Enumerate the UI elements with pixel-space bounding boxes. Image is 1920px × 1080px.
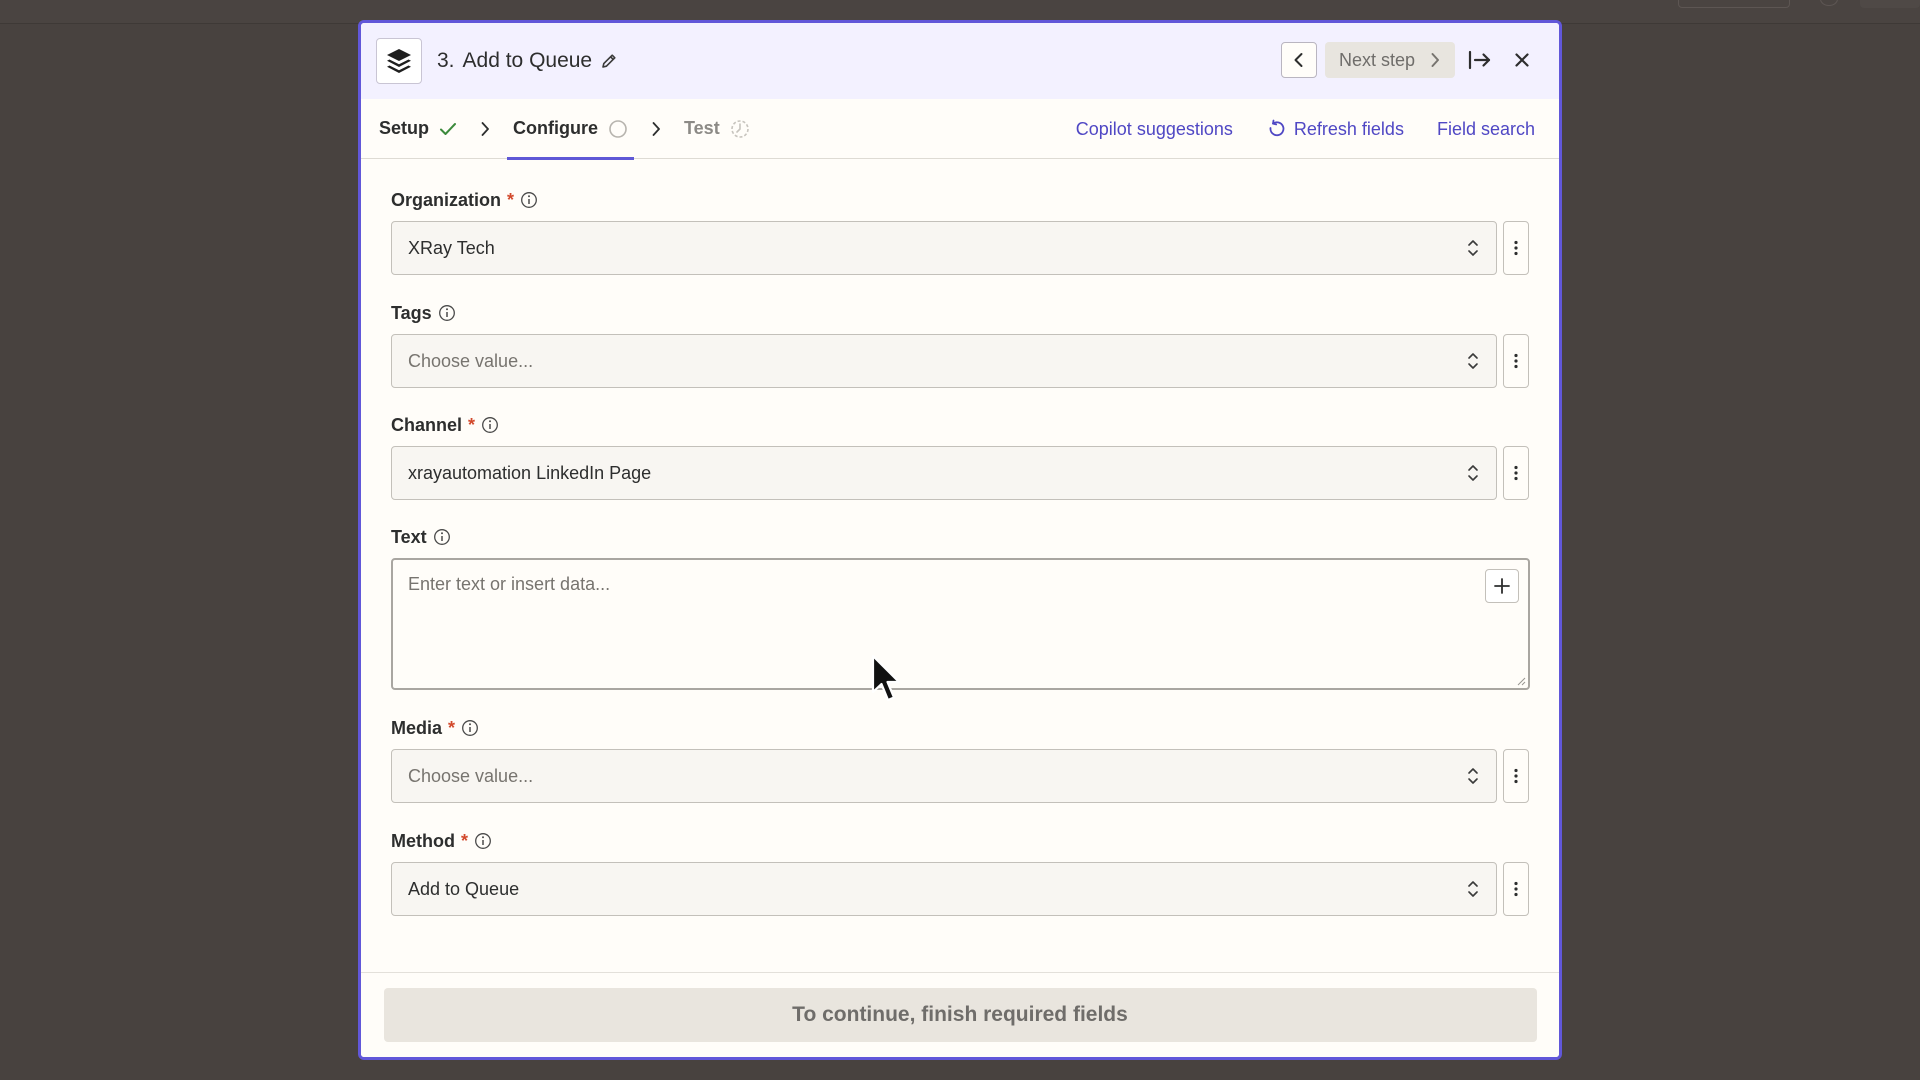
chevron-up-down-icon: [1468, 353, 1478, 369]
tab-test[interactable]: Test: [678, 99, 756, 159]
test-clock-icon: [730, 119, 749, 138]
organization-label-text: Organization: [391, 189, 502, 210]
refresh-fields-label: Refresh fields: [1293, 118, 1404, 139]
tags-placeholder: Choose value...: [408, 350, 534, 371]
channel-label-text: Channel: [391, 414, 463, 435]
text-input[interactable]: Enter text or insert data...: [391, 558, 1530, 690]
step-title: 3. Add to Queue: [437, 49, 618, 73]
buffer-stack-icon: [376, 38, 422, 84]
tags-field: Tags Choose value...: [391, 301, 1533, 388]
tags-label-text: Tags: [391, 302, 432, 323]
organization-select[interactable]: XRay Tech: [391, 221, 1497, 275]
tags-label: Tags: [391, 301, 1533, 325]
method-field: Method * Add to Queue: [391, 829, 1533, 916]
kebab-menu-icon: [1514, 240, 1518, 256]
background-avatar: [1820, 0, 1838, 6]
text-label-text: Text: [391, 526, 427, 547]
modal-header: 3. Add to Queue Next step: [361, 23, 1559, 99]
method-select[interactable]: Add to Queue: [391, 862, 1497, 916]
organization-label: Organization *: [391, 188, 1533, 212]
text-placeholder: Enter text or insert data...: [408, 574, 611, 594]
step-editor-modal: 3. Add to Queue Next step Setup Configur…: [358, 20, 1562, 1060]
required-marker: *: [460, 830, 468, 851]
tab-setup-label: Setup: [379, 118, 430, 138]
edit-pencil-icon[interactable]: [600, 52, 618, 70]
organization-more-options-button[interactable]: [1503, 221, 1529, 275]
info-icon[interactable]: [474, 832, 492, 850]
insert-data-button[interactable]: [1485, 569, 1519, 603]
organization-field: Organization * XRay Tech: [391, 188, 1533, 275]
info-icon[interactable]: [461, 719, 479, 737]
text-label: Text: [391, 525, 1533, 549]
background-button: [1678, 0, 1790, 8]
step-navigation: Next step: [1280, 42, 1539, 78]
info-icon[interactable]: [438, 304, 456, 322]
previous-step-button[interactable]: [1280, 42, 1317, 78]
plus-icon: [1494, 578, 1510, 594]
continue-button[interactable]: To continue, finish required fields: [383, 988, 1537, 1042]
close-button[interactable]: [1505, 42, 1539, 78]
media-more-options-button[interactable]: [1503, 749, 1529, 803]
refresh-fields-button[interactable]: Refresh fields: [1266, 119, 1404, 140]
tab-test-label: Test: [684, 118, 720, 138]
media-label: Media *: [391, 716, 1533, 740]
tab-configure[interactable]: Configure: [507, 99, 635, 160]
chevron-right-icon: [463, 121, 507, 137]
chevron-right-icon: [1431, 53, 1439, 67]
step-title-text: Add to Queue: [462, 49, 593, 72]
next-step-label: Next step: [1338, 49, 1415, 70]
tab-actions: Copilot suggestions Refresh fields Field…: [1076, 99, 1535, 159]
modal-footer: To continue, finish required fields: [361, 972, 1559, 1057]
resize-handle-icon[interactable]: [1516, 676, 1526, 686]
step-number: 3.: [437, 49, 455, 72]
info-icon[interactable]: [481, 416, 499, 434]
method-more-options-button[interactable]: [1503, 862, 1529, 916]
next-step-button[interactable]: Next step: [1324, 42, 1455, 78]
tab-setup[interactable]: Setup: [373, 99, 463, 159]
tags-more-options-button[interactable]: [1503, 334, 1529, 388]
channel-select[interactable]: xrayautomation LinkedIn Page: [391, 446, 1497, 500]
channel-more-options-button[interactable]: [1503, 446, 1529, 500]
media-placeholder: Choose value...: [408, 765, 534, 786]
media-select[interactable]: Choose value...: [391, 749, 1497, 803]
chevron-right-icon: [634, 121, 678, 137]
arrow-to-right-bar-icon: [1468, 50, 1491, 70]
channel-field: Channel * xrayautomation LinkedIn Page: [391, 413, 1533, 500]
chevron-up-down-icon: [1468, 768, 1478, 784]
media-label-text: Media: [391, 717, 443, 738]
close-icon: [1515, 53, 1529, 67]
organization-value: XRay Tech: [408, 237, 495, 258]
required-marker: *: [448, 717, 456, 738]
expand-panel-button[interactable]: [1463, 42, 1497, 78]
method-label: Method *: [391, 829, 1533, 853]
copilot-suggestions-link[interactable]: Copilot suggestions: [1076, 119, 1233, 140]
field-search-link[interactable]: Field search: [1437, 119, 1535, 140]
method-label-text: Method: [391, 830, 455, 851]
chevron-up-down-icon: [1468, 465, 1478, 481]
required-marker: *: [468, 414, 476, 435]
kebab-menu-icon: [1514, 768, 1518, 784]
channel-value: xrayautomation LinkedIn Page: [408, 462, 652, 483]
check-icon: [440, 122, 457, 135]
kebab-menu-icon: [1514, 353, 1518, 369]
chevron-left-icon: [1294, 53, 1303, 67]
tags-select[interactable]: Choose value...: [391, 334, 1497, 388]
pending-circle-icon: [609, 119, 627, 138]
info-icon[interactable]: [520, 191, 538, 209]
method-value: Add to Queue: [408, 878, 520, 899]
tab-configure-label: Configure: [513, 118, 599, 138]
chevron-up-down-icon: [1468, 240, 1478, 256]
required-marker: *: [507, 189, 515, 210]
info-icon[interactable]: [433, 528, 451, 546]
text-field: Text Enter text or insert data...: [391, 525, 1533, 690]
kebab-menu-icon: [1514, 465, 1518, 481]
refresh-icon: [1269, 119, 1285, 137]
channel-label: Channel *: [391, 413, 1533, 437]
media-field: Media * Choose value...: [391, 716, 1533, 803]
step-tabs: Setup Configure Test Copilot suggestions: [361, 99, 1559, 160]
background-menu: [1860, 0, 1920, 8]
kebab-menu-icon: [1514, 881, 1518, 897]
chevron-up-down-icon: [1468, 881, 1478, 897]
